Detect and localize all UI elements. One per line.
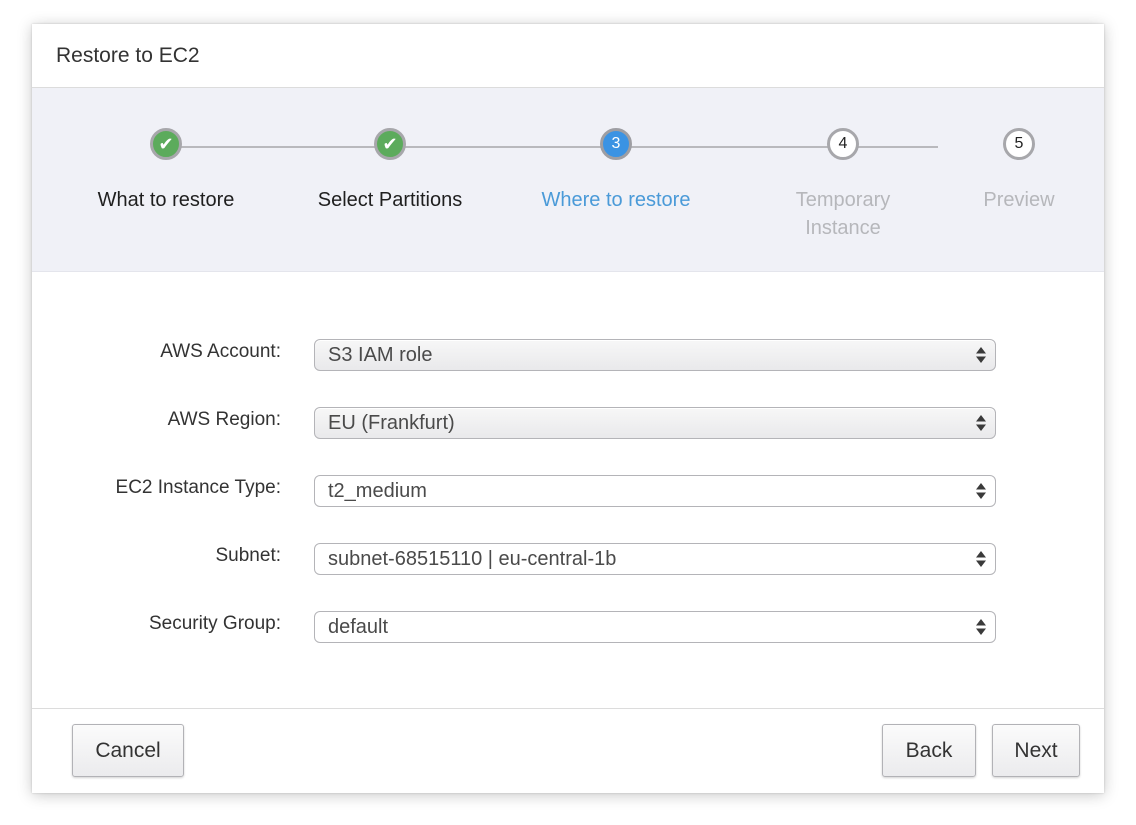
- step-what-to-restore[interactable]: ✔ What to restore: [46, 128, 286, 214]
- aws-account-row: AWS Account: S3 IAM role: [32, 338, 1104, 371]
- aws-account-select[interactable]: S3 IAM role: [314, 339, 996, 371]
- dialog-title: Restore to EC2: [56, 43, 200, 67]
- aws-account-label: AWS Account:: [160, 341, 281, 362]
- wizard-steps: ✔ What to restore ✔ Select Partitions 3 …: [32, 88, 1104, 272]
- aws-account-value: S3 IAM role: [328, 344, 433, 366]
- restore-dialog: Restore to EC2 ✔ What to restore ✔ Selec…: [32, 24, 1104, 793]
- instance-type-label: EC2 Instance Type:: [115, 477, 281, 498]
- select-arrows-icon: [976, 415, 986, 431]
- step-temporary-instance: 4 Temporary Instance: [763, 128, 923, 242]
- cancel-button[interactable]: Cancel: [72, 724, 184, 777]
- next-button[interactable]: Next: [992, 724, 1080, 777]
- security-group-select[interactable]: default: [314, 611, 996, 643]
- security-group-label: Security Group:: [149, 613, 281, 634]
- instance-type-select[interactable]: t2_medium: [314, 475, 996, 507]
- aws-region-select[interactable]: EU (Frankfurt): [314, 407, 996, 439]
- dialog-header: Restore to EC2: [32, 24, 1104, 88]
- step-label: Preview: [983, 189, 1055, 211]
- instance-type-row: EC2 Instance Type: t2_medium: [32, 474, 1104, 507]
- aws-region-value: EU (Frankfurt): [328, 412, 455, 434]
- subnet-select[interactable]: subnet-68515110 | eu-central-1b: [314, 543, 996, 575]
- instance-type-value: t2_medium: [328, 480, 427, 502]
- dialog-footer: Cancel Back Next: [32, 708, 1104, 793]
- select-arrows-icon: [976, 619, 986, 635]
- select-arrows-icon: [976, 551, 986, 567]
- check-icon: ✔: [150, 128, 182, 160]
- aws-region-row: AWS Region: EU (Frankfurt): [32, 406, 1104, 439]
- select-arrows-icon: [976, 483, 986, 499]
- step-label: Select Partitions: [317, 189, 463, 211]
- security-group-row: Security Group: default: [32, 610, 1104, 643]
- step-label: Where to restore: [541, 189, 691, 211]
- step-label: What to restore: [97, 189, 235, 211]
- check-icon: ✔: [374, 128, 406, 160]
- step-number-4: 4: [827, 128, 859, 160]
- aws-region-label: AWS Region:: [167, 409, 281, 430]
- step-number-5: 5: [1003, 128, 1035, 160]
- step-preview: 5 Preview: [939, 128, 1099, 214]
- subnet-row: Subnet: subnet-68515110 | eu-central-1b: [32, 542, 1104, 575]
- back-button[interactable]: Back: [882, 724, 976, 777]
- step-select-partitions[interactable]: ✔ Select Partitions: [270, 128, 510, 214]
- subnet-label: Subnet:: [215, 545, 282, 566]
- security-group-value: default: [328, 616, 389, 638]
- select-arrows-icon: [976, 347, 986, 363]
- step-where-to-restore: 3 Where to restore: [496, 128, 736, 214]
- step-number-3: 3: [600, 128, 632, 160]
- step-label: Temporary Instance: [795, 189, 891, 239]
- subnet-value: subnet-68515110 | eu-central-1b: [328, 548, 617, 570]
